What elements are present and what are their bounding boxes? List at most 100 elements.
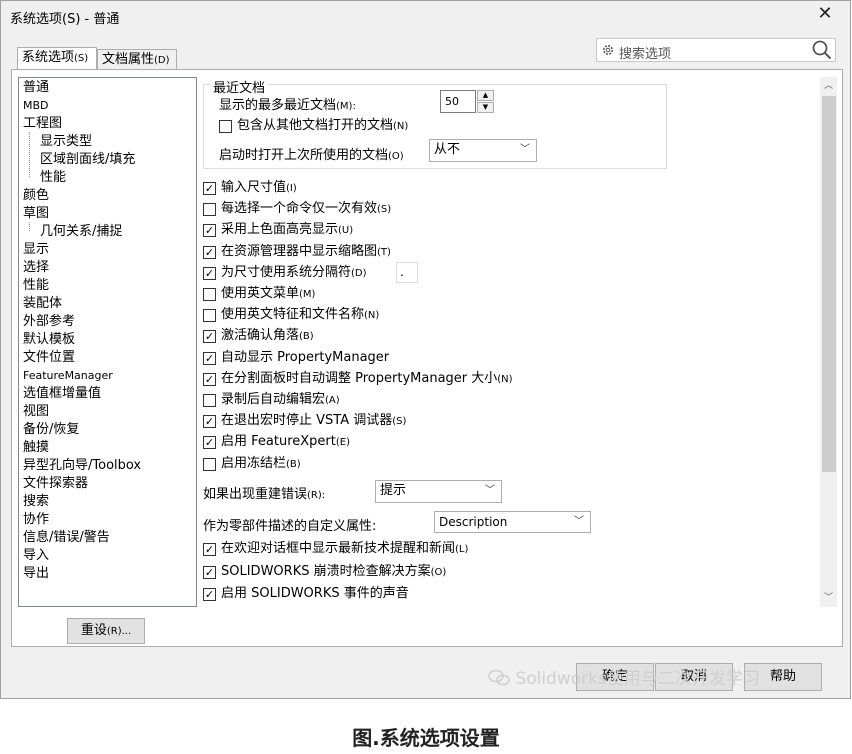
option-hotkey: (S) <box>377 204 392 216</box>
tree-item-drawing-performance[interactable]: 性能 <box>40 169 66 186</box>
option-text: 在分割面板时自动调整 PropertyManager 大小 <box>221 370 498 386</box>
option-text: 在欢迎对话框中显示最新技术提醒和新闻 <box>221 541 456 556</box>
scrollbar-thumb[interactable] <box>822 96 836 472</box>
checkbox-unchecked[interactable] <box>203 288 216 301</box>
rebuild-error-dropdown[interactable]: 提示 ﹀ <box>375 480 502 503</box>
tree-item-mbd[interactable]: MBD <box>23 97 49 114</box>
chevron-down-icon: ﹀ <box>574 516 584 527</box>
checkbox-checked[interactable]: ✓ <box>203 182 216 195</box>
tree-item-spin-box-increments[interactable]: 选值框增量值 <box>23 385 101 402</box>
checkbox-checked[interactable]: ✓ <box>203 436 216 450</box>
include-label: 包含从其他文档打开的文档(N) <box>237 118 408 135</box>
tree-item-export[interactable]: 导出 <box>23 565 49 582</box>
close-icon[interactable]: ✕ <box>815 4 835 24</box>
tab-document-properties[interactable]: 文档属性(D) <box>97 49 177 69</box>
window-title: 系统选项(S) - 普通 <box>10 12 120 27</box>
option-label: 启用 SOLIDWORKS 事件的声音 <box>221 586 409 603</box>
tree-item-file-explorer[interactable]: 文件探索器 <box>23 475 88 492</box>
tab-hotkey: (S) <box>74 53 89 64</box>
option-text: 启用冻结栏 <box>221 455 287 471</box>
option-hotkey: (A) <box>325 395 340 406</box>
tab-system-options[interactable]: 系统选项(S) <box>17 47 97 69</box>
option-label: 在退出宏时停止 VSTA 调试器(S) <box>221 413 406 430</box>
tree-item-colors[interactable]: 颜色 <box>23 187 49 204</box>
option-text: 在资源管理器中显示缩略图 <box>221 243 378 259</box>
tree-item-default-templates[interactable]: 默认模板 <box>23 331 75 348</box>
tree-item-touch[interactable]: 触摸 <box>23 439 49 456</box>
checkbox-box[interactable] <box>219 120 232 133</box>
custom-property-dropdown[interactable]: Description ﹀ <box>434 511 591 533</box>
reset-button[interactable]: 重设(R)... <box>67 618 145 644</box>
option-label: 使用英文特征和文件名称(N) <box>221 307 379 324</box>
checkbox-checked[interactable]: ✓ <box>203 372 216 386</box>
checkbox-unchecked[interactable] <box>203 457 216 471</box>
tree-item-file-locations[interactable]: 文件位置 <box>23 349 75 366</box>
stepper-up-icon[interactable]: ▲ <box>477 90 494 101</box>
option-label: 启用冻结栏(B) <box>221 456 301 473</box>
option-hotkey: (L) <box>455 544 469 555</box>
tree-item-performance[interactable]: 性能 <box>23 277 49 294</box>
checkbox-checked[interactable]: ✓ <box>203 245 216 259</box>
chevron-down-icon: ﹀ <box>520 144 530 155</box>
checkbox-checked[interactable]: ✓ <box>203 415 216 429</box>
include-other-docs-checkbox[interactable]: 包含从其他文档打开的文档(N) <box>219 118 479 134</box>
tree-item-sketch[interactable]: 草图 <box>23 205 49 222</box>
watermark-text: Solidworks使用与二次开发学习 <box>515 669 760 689</box>
tree-item-view[interactable]: 视图 <box>23 403 49 420</box>
option-hotkey: (D) <box>351 267 367 279</box>
checkbox-checked[interactable]: ✓ <box>203 330 216 344</box>
tree-item-display-style[interactable]: 显示类型 <box>40 133 92 150</box>
checkbox-unchecked[interactable] <box>203 203 216 217</box>
option-hotkey: (E) <box>335 437 350 449</box>
checkbox-checked[interactable]: ✓ <box>203 588 216 601</box>
tree-item-messages-errors-warnings[interactable]: 信息/错误/警告 <box>23 529 110 546</box>
option-text: 输入尺寸值 <box>221 180 287 195</box>
tree-item-area-hatch[interactable]: 区域剖面线/填充 <box>40 151 135 168</box>
tree-item-selection[interactable]: 选择 <box>23 259 49 276</box>
checkbox-checked[interactable]: ✓ <box>203 266 216 280</box>
include-hotkey: (N) <box>393 121 409 132</box>
search-input[interactable]: 搜索选项 <box>596 38 836 62</box>
option-label: 每选择一个命令仅一次有效(S) <box>221 201 391 218</box>
checkbox-checked[interactable]: ✓ <box>203 543 216 556</box>
tree-item-general[interactable]: 普通 <box>23 79 49 96</box>
option-hotkey: (M) <box>299 289 316 300</box>
option-hotkey: (B) <box>299 331 314 343</box>
option-text: 激活确认角落 <box>221 328 300 344</box>
tree-item-display[interactable]: 显示 <box>23 241 49 258</box>
open-last-hotkey: (O) <box>388 151 404 162</box>
option-label: 自动显示 PropertyManager <box>221 350 389 367</box>
tree-item-relations-snaps[interactable]: 几何关系/捕捉 <box>40 223 122 240</box>
tree-item-external-references[interactable]: 外部参考 <box>23 313 75 330</box>
tree-item-backup-recover[interactable]: 备份/恢复 <box>23 421 79 438</box>
checkbox-checked[interactable]: ✓ <box>203 565 216 579</box>
tree-item-search[interactable]: 搜索 <box>23 493 49 510</box>
checkbox-unchecked[interactable] <box>203 309 216 323</box>
tree-item-collaboration[interactable]: 协作 <box>23 511 49 528</box>
tree-item-hole-wizard-toolbox[interactable]: 异型孔向导/Toolbox <box>23 457 141 474</box>
tree-item-import[interactable]: 导入 <box>23 547 49 564</box>
tree-item-featuremanager[interactable]: FeatureManager <box>23 367 113 384</box>
open-last-dropdown[interactable]: 从不 ﹀ <box>429 139 537 162</box>
checkbox-unchecked[interactable] <box>203 394 216 407</box>
option-hotkey: (S) <box>392 416 407 428</box>
search-icon[interactable] <box>811 40 833 60</box>
tree-line <box>29 132 30 177</box>
max-recent-stepper[interactable]: 50 <box>440 90 476 113</box>
scroll-down-icon[interactable]: ﹀ <box>820 590 837 607</box>
open-last-label: 启动时打开上次所使用的文档(O) <box>219 144 404 163</box>
option-label: 使用英文菜单(M) <box>221 286 315 303</box>
category-tree[interactable]: 普通 MBD 工程图 显示类型 区域剖面线/填充 性能 颜色 草图 几何关系/捕… <box>18 77 197 607</box>
dropdown-value: 提示 <box>380 483 407 498</box>
stepper-down-icon[interactable]: ▼ <box>477 102 494 113</box>
tree-item-drawings[interactable]: 工程图 <box>23 115 62 132</box>
checkbox-checked[interactable]: ✓ <box>203 224 216 238</box>
option-hotkey: (T) <box>377 246 391 258</box>
open-last-text: 启动时打开上次所使用的文档 <box>219 148 389 163</box>
tree-item-assemblies[interactable]: 装配体 <box>23 295 62 312</box>
reset-label: 重设 <box>80 623 107 638</box>
separator-field[interactable]: . <box>396 262 418 283</box>
checkbox-checked[interactable]: ✓ <box>203 351 216 365</box>
scroll-up-icon[interactable]: ︿ <box>820 78 837 95</box>
include-text: 包含从其他文档打开的文档 <box>237 118 394 133</box>
